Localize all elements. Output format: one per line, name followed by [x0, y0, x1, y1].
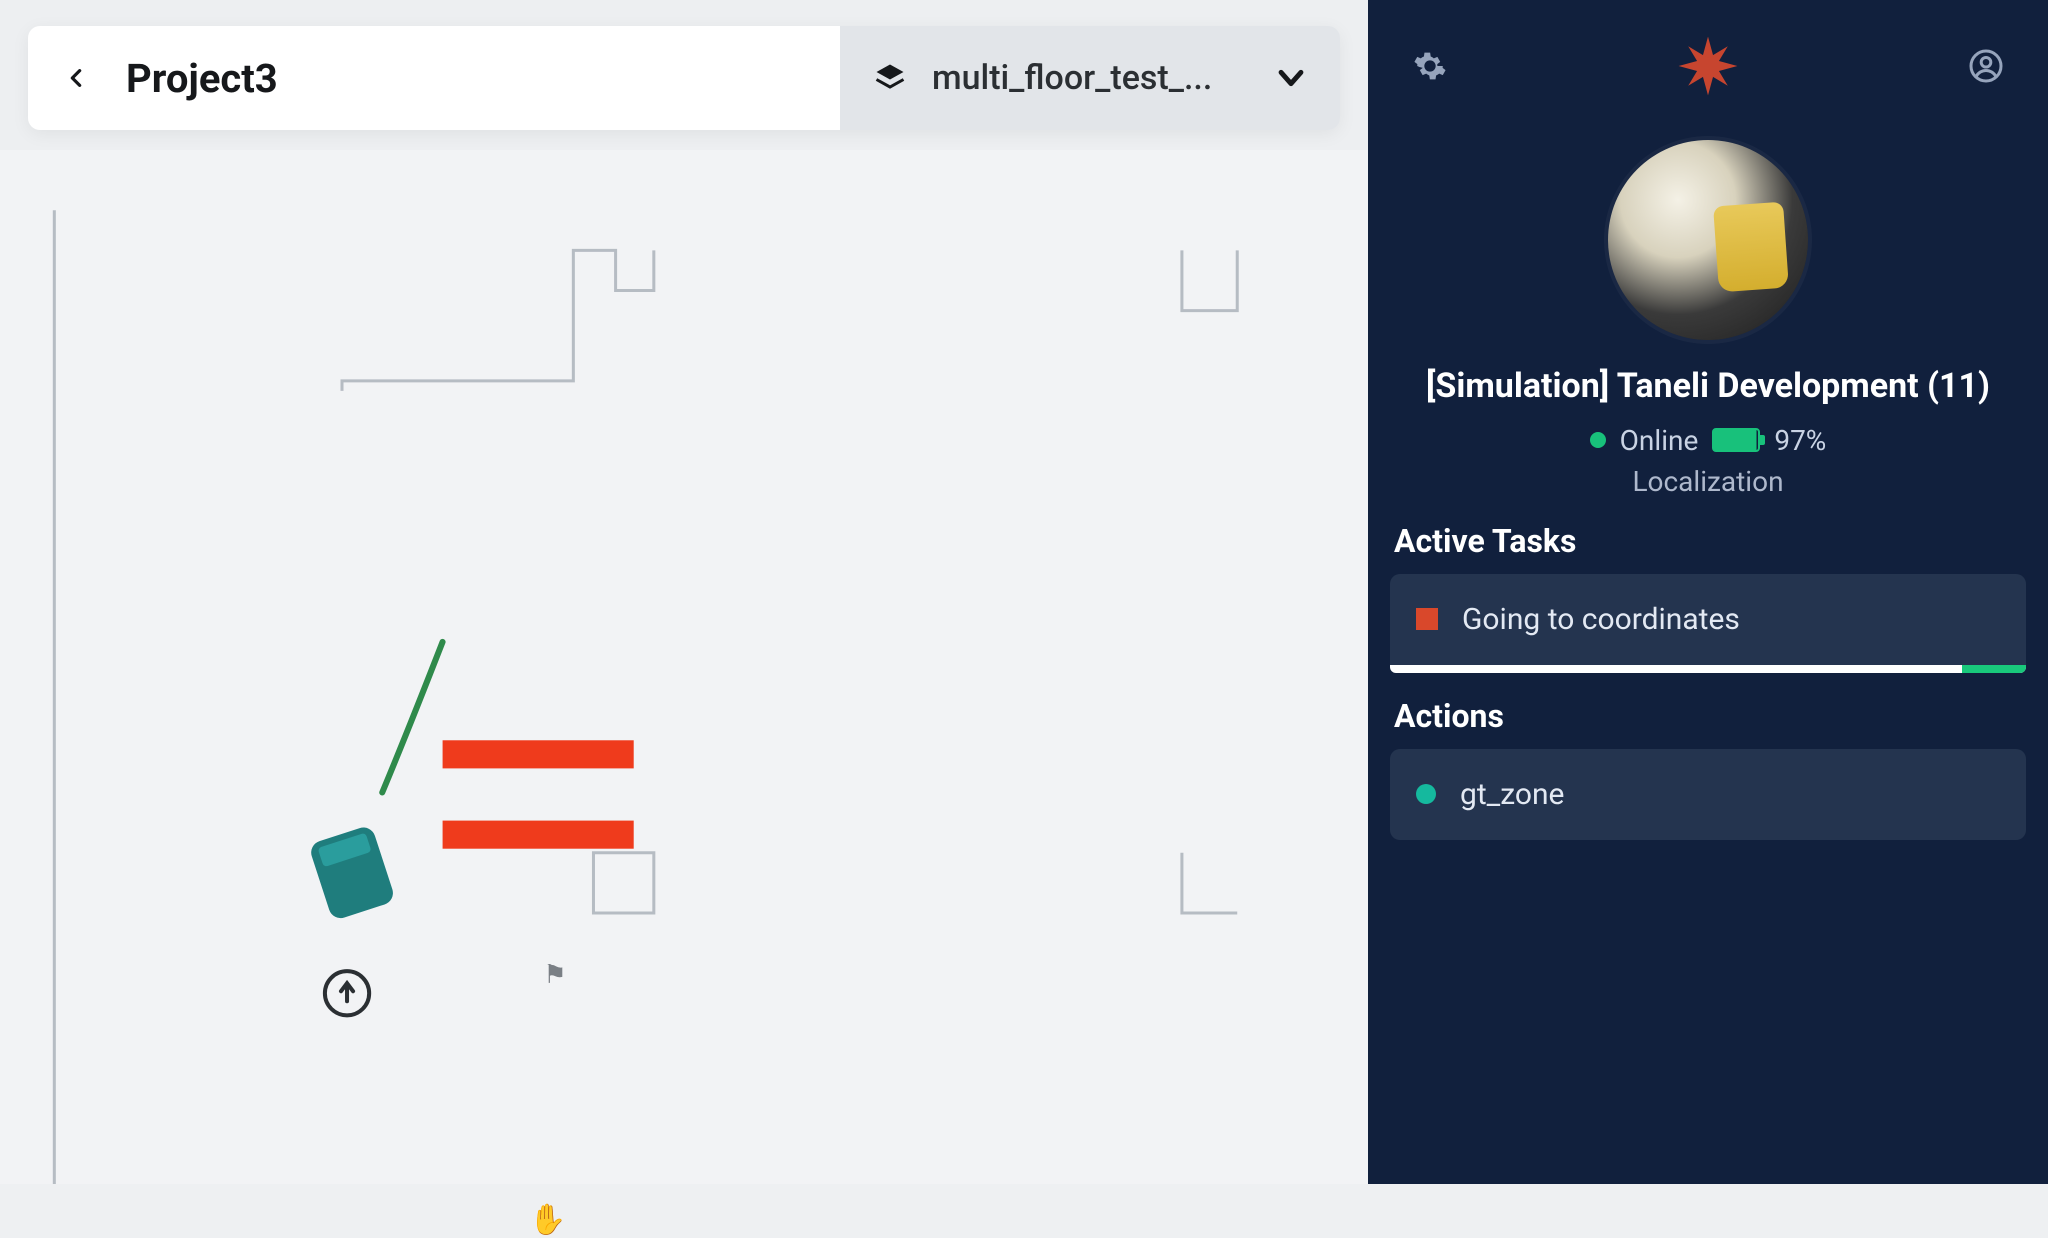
hand-cursor-icon: ✋ [529, 1203, 566, 1238]
project-title: Project3 [126, 55, 278, 102]
task-color-icon [1416, 608, 1438, 630]
star-logo-icon [1673, 31, 1743, 101]
robot-name: [Simulation] Taneli Development (11) [1398, 364, 2018, 410]
origin-marker [325, 971, 369, 1015]
user-circle-icon [1968, 48, 2004, 84]
main-area: Project3 multi_floor_test_... [0, 0, 1368, 1184]
chevron-down-icon [1274, 61, 1308, 95]
obstacle-bar [443, 821, 634, 849]
action-item[interactable]: gt_zone [1390, 749, 2026, 840]
panel-top-bar [1368, 0, 2048, 120]
robot-avatar [1608, 140, 1808, 340]
localization-label: Localization [1368, 465, 2048, 498]
task-label: Going to coordinates [1462, 602, 1740, 637]
floor-selector[interactable]: multi_floor_test_... [840, 26, 1340, 130]
map-svg [0, 150, 1368, 1184]
actions-title: Actions [1394, 697, 2048, 735]
obstacle-bar [443, 740, 634, 768]
action-label: gt_zone [1460, 777, 1564, 812]
flag-marker-icon: ⚑ [543, 960, 566, 990]
status-text: Online [1620, 424, 1699, 457]
gear-icon [1413, 49, 1447, 83]
planned-path [382, 642, 442, 793]
active-task-item[interactable]: Going to coordinates [1390, 574, 2026, 665]
battery-icon [1712, 428, 1760, 452]
account-button[interactable] [1964, 44, 2008, 88]
active-tasks-title: Active Tasks [1394, 522, 2048, 560]
brand-logo [1673, 31, 1743, 101]
status-line: Online 97% [1368, 424, 2048, 457]
map-canvas[interactable]: ✋ ⚑ [0, 150, 1368, 1184]
chevron-left-icon [65, 60, 87, 96]
side-panel: [Simulation] Taneli Development (11) Onl… [1368, 0, 2048, 1184]
robot-icon [308, 824, 396, 921]
layers-icon [872, 60, 908, 96]
action-color-icon [1416, 784, 1436, 804]
online-dot-icon [1590, 432, 1606, 448]
back-button[interactable] [56, 58, 96, 98]
top-bar: Project3 multi_floor_test_... [28, 26, 1340, 130]
task-progress-bar [1390, 665, 2026, 673]
battery-percentage: 97% [1774, 424, 1826, 457]
avatar-container [1368, 140, 2048, 340]
settings-button[interactable] [1408, 44, 1452, 88]
top-bar-left: Project3 [28, 26, 840, 130]
floor-selector-label: multi_floor_test_... [932, 58, 1250, 98]
